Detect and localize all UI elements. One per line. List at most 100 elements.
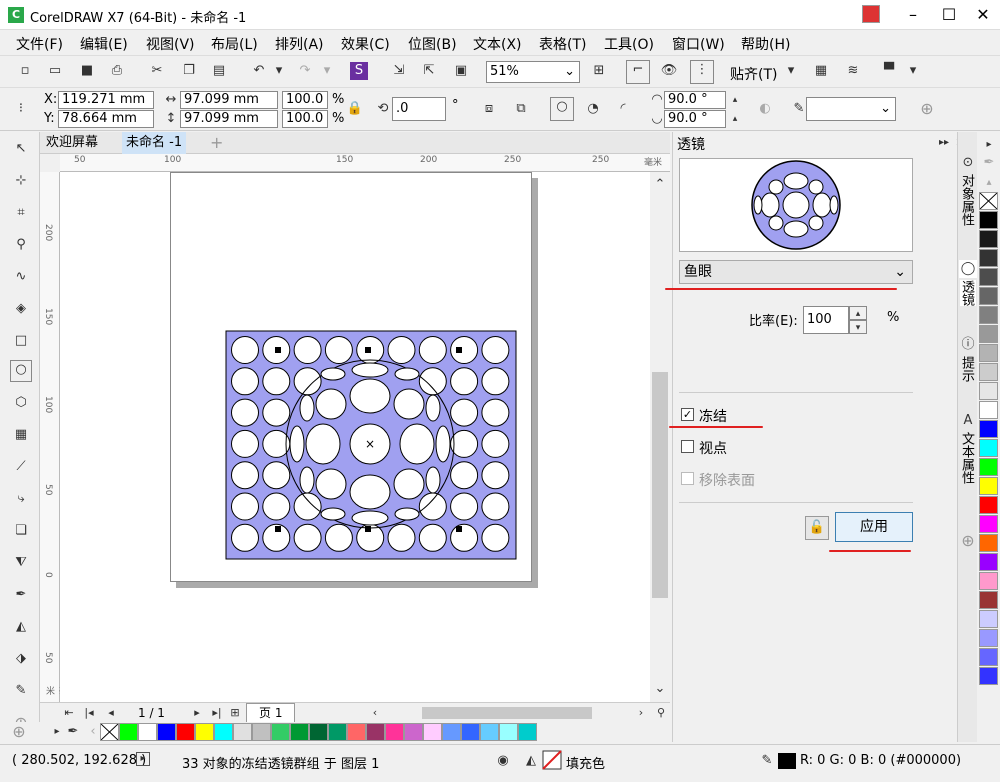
menu-edit[interactable]: 编辑(E) bbox=[80, 34, 128, 54]
transparency-tool-icon[interactable]: ⧨ bbox=[12, 554, 30, 572]
copy-icon[interactable]: ❐ bbox=[180, 62, 198, 80]
color-swatch[interactable] bbox=[195, 723, 214, 741]
rotation-input[interactable]: .0 bbox=[392, 97, 446, 121]
palette-menu-icon[interactable]: ▸ bbox=[980, 136, 998, 154]
start-angle-input[interactable]: 90.0 ° bbox=[664, 91, 726, 109]
apply-button[interactable]: 应用 bbox=[835, 512, 913, 542]
tab-hints[interactable]: 提示 bbox=[959, 356, 976, 382]
vertical-scrollbar[interactable]: ⌃ ⌄ bbox=[650, 172, 670, 702]
menu-table[interactable]: 表格(T) bbox=[539, 34, 586, 54]
ratio-input[interactable]: 100 bbox=[803, 306, 849, 334]
color-swatch[interactable] bbox=[979, 287, 998, 305]
tab-lens[interactable]: 透镜 bbox=[959, 280, 976, 306]
eyedropper-tool-icon[interactable]: ✒ bbox=[12, 586, 30, 604]
minimize-button[interactable]: – bbox=[898, 4, 928, 26]
add-docker-icon[interactable]: ⊕ bbox=[959, 532, 977, 550]
menu-arrange[interactable]: 排列(A) bbox=[275, 34, 324, 54]
scroll-left-icon[interactable]: ‹ bbox=[366, 704, 384, 722]
new-icon[interactable]: ▫ bbox=[16, 62, 34, 80]
color-swatch[interactable] bbox=[979, 667, 998, 685]
print-icon[interactable]: ⎙ bbox=[108, 62, 126, 80]
color-swatch[interactable] bbox=[979, 344, 998, 362]
welcome-screen-icon[interactable]: ▦ bbox=[812, 62, 830, 80]
publish-pdf-icon[interactable]: ▣ bbox=[452, 62, 470, 80]
color-swatch[interactable] bbox=[366, 723, 385, 741]
color-swatch[interactable] bbox=[979, 325, 998, 343]
export-icon[interactable]: ⇱ bbox=[420, 62, 438, 80]
color-swatch[interactable] bbox=[461, 723, 480, 741]
lock-icon[interactable]: 🔓 bbox=[805, 516, 829, 540]
freehand-tool-icon[interactable]: ∿ bbox=[12, 268, 30, 286]
menu-text[interactable]: 文本(X) bbox=[473, 34, 522, 54]
interactive-fill-tool-icon[interactable]: ◭ bbox=[12, 618, 30, 636]
color-swatch[interactable] bbox=[979, 363, 998, 381]
menu-window[interactable]: 窗口(W) bbox=[672, 34, 725, 54]
palette-scroll-up-icon[interactable]: ▴ bbox=[980, 174, 998, 192]
full-screen-icon[interactable]: ⊞ bbox=[590, 62, 608, 80]
fisheye-artwork[interactable]: × bbox=[225, 330, 517, 560]
undo-icon[interactable]: ↶ bbox=[250, 62, 268, 80]
maximize-button[interactable]: ☐ bbox=[934, 4, 964, 26]
width-input[interactable]: 97.099 mm bbox=[180, 91, 278, 109]
cut-icon[interactable]: ✂ bbox=[148, 62, 166, 80]
zoom-nav-icon[interactable]: ⚲ bbox=[652, 704, 670, 722]
mirror-vertical-icon[interactable]: ⧉ bbox=[512, 100, 530, 118]
page-prev-icon[interactable]: ◂ bbox=[102, 704, 120, 722]
menu-effects[interactable]: 效果(C) bbox=[341, 34, 390, 54]
lock-ratio-icon[interactable]: 🔒 bbox=[346, 100, 364, 118]
viewpoint-checkbox[interactable] bbox=[681, 440, 694, 453]
color-swatch[interactable] bbox=[423, 723, 442, 741]
color-swatch[interactable] bbox=[979, 553, 998, 571]
user-avatar-icon[interactable] bbox=[862, 5, 880, 23]
color-swatch[interactable] bbox=[347, 723, 366, 741]
x-position-input[interactable]: 119.271 mm bbox=[58, 91, 154, 109]
color-swatch[interactable] bbox=[979, 477, 998, 495]
color-swatch[interactable] bbox=[385, 723, 404, 741]
connector-tool-icon[interactable]: ⤷ bbox=[12, 490, 30, 508]
color-swatch[interactable] bbox=[979, 401, 998, 419]
launcher-dropdown-icon[interactable]: ▾ bbox=[904, 62, 922, 80]
color-swatch[interactable] bbox=[499, 723, 518, 741]
show-grid-icon[interactable]: 👁 bbox=[660, 62, 678, 80]
color-swatch[interactable] bbox=[233, 723, 252, 741]
color-swatch[interactable] bbox=[979, 211, 998, 229]
color-swatch[interactable] bbox=[979, 192, 998, 210]
add-tab-icon[interactable]: + bbox=[206, 132, 227, 154]
open-icon[interactable]: ▭ bbox=[46, 62, 64, 80]
ratio-up-icon[interactable]: ▴ bbox=[849, 306, 867, 320]
palette-eyedropper-icon[interactable]: ✒ bbox=[980, 154, 998, 172]
ellipse-tool-icon[interactable]: ○ bbox=[10, 360, 32, 382]
color-swatch[interactable] bbox=[518, 723, 537, 741]
drop-shadow-tool-icon[interactable]: ❏ bbox=[12, 522, 30, 540]
menu-layout[interactable]: 布局(L) bbox=[211, 34, 258, 54]
zoom-level-select[interactable]: 51% ⌄ bbox=[486, 61, 580, 83]
color-swatch[interactable] bbox=[979, 458, 998, 476]
application-launcher-icon[interactable]: ▀ bbox=[880, 62, 898, 80]
add-icon[interactable]: ⊕ bbox=[918, 100, 936, 118]
color-swatch[interactable] bbox=[979, 420, 998, 438]
object-origin-icon[interactable]: ⁝ bbox=[12, 100, 30, 118]
eyedropper-icon[interactable]: ✒ bbox=[64, 723, 82, 741]
horizontal-scroll-thumb[interactable] bbox=[422, 707, 592, 719]
color-swatch[interactable] bbox=[100, 723, 119, 741]
scroll-thumb[interactable] bbox=[652, 372, 668, 598]
color-swatch[interactable] bbox=[119, 723, 138, 741]
redo-icon[interactable]: ↷ bbox=[296, 62, 314, 80]
color-swatch[interactable] bbox=[979, 629, 998, 647]
scroll-right-icon[interactable]: › bbox=[632, 704, 650, 722]
scroll-down-icon[interactable]: ⌄ bbox=[651, 680, 669, 698]
color-swatch[interactable] bbox=[979, 439, 998, 457]
rectangle-tool-icon[interactable]: □ bbox=[12, 332, 30, 350]
scale-y-input[interactable]: 100.0 bbox=[282, 110, 328, 128]
snap-to-menu[interactable]: 贴齐(T) bbox=[730, 64, 777, 84]
paste-icon[interactable]: ▤ bbox=[210, 62, 228, 80]
freeze-checkbox[interactable]: ✓ bbox=[681, 408, 694, 421]
close-button[interactable]: ✕ bbox=[968, 4, 998, 26]
pie-mode-icon[interactable]: ◔ bbox=[584, 100, 602, 118]
color-swatch[interactable] bbox=[979, 534, 998, 552]
end-angle-input[interactable]: 90.0 ° bbox=[664, 110, 726, 128]
undo-dropdown-icon[interactable]: ▾ bbox=[270, 62, 288, 80]
menu-tools[interactable]: 工具(O) bbox=[604, 34, 654, 54]
mirror-horizontal-icon[interactable]: ⧈ bbox=[480, 100, 498, 118]
color-swatch[interactable] bbox=[328, 723, 347, 741]
